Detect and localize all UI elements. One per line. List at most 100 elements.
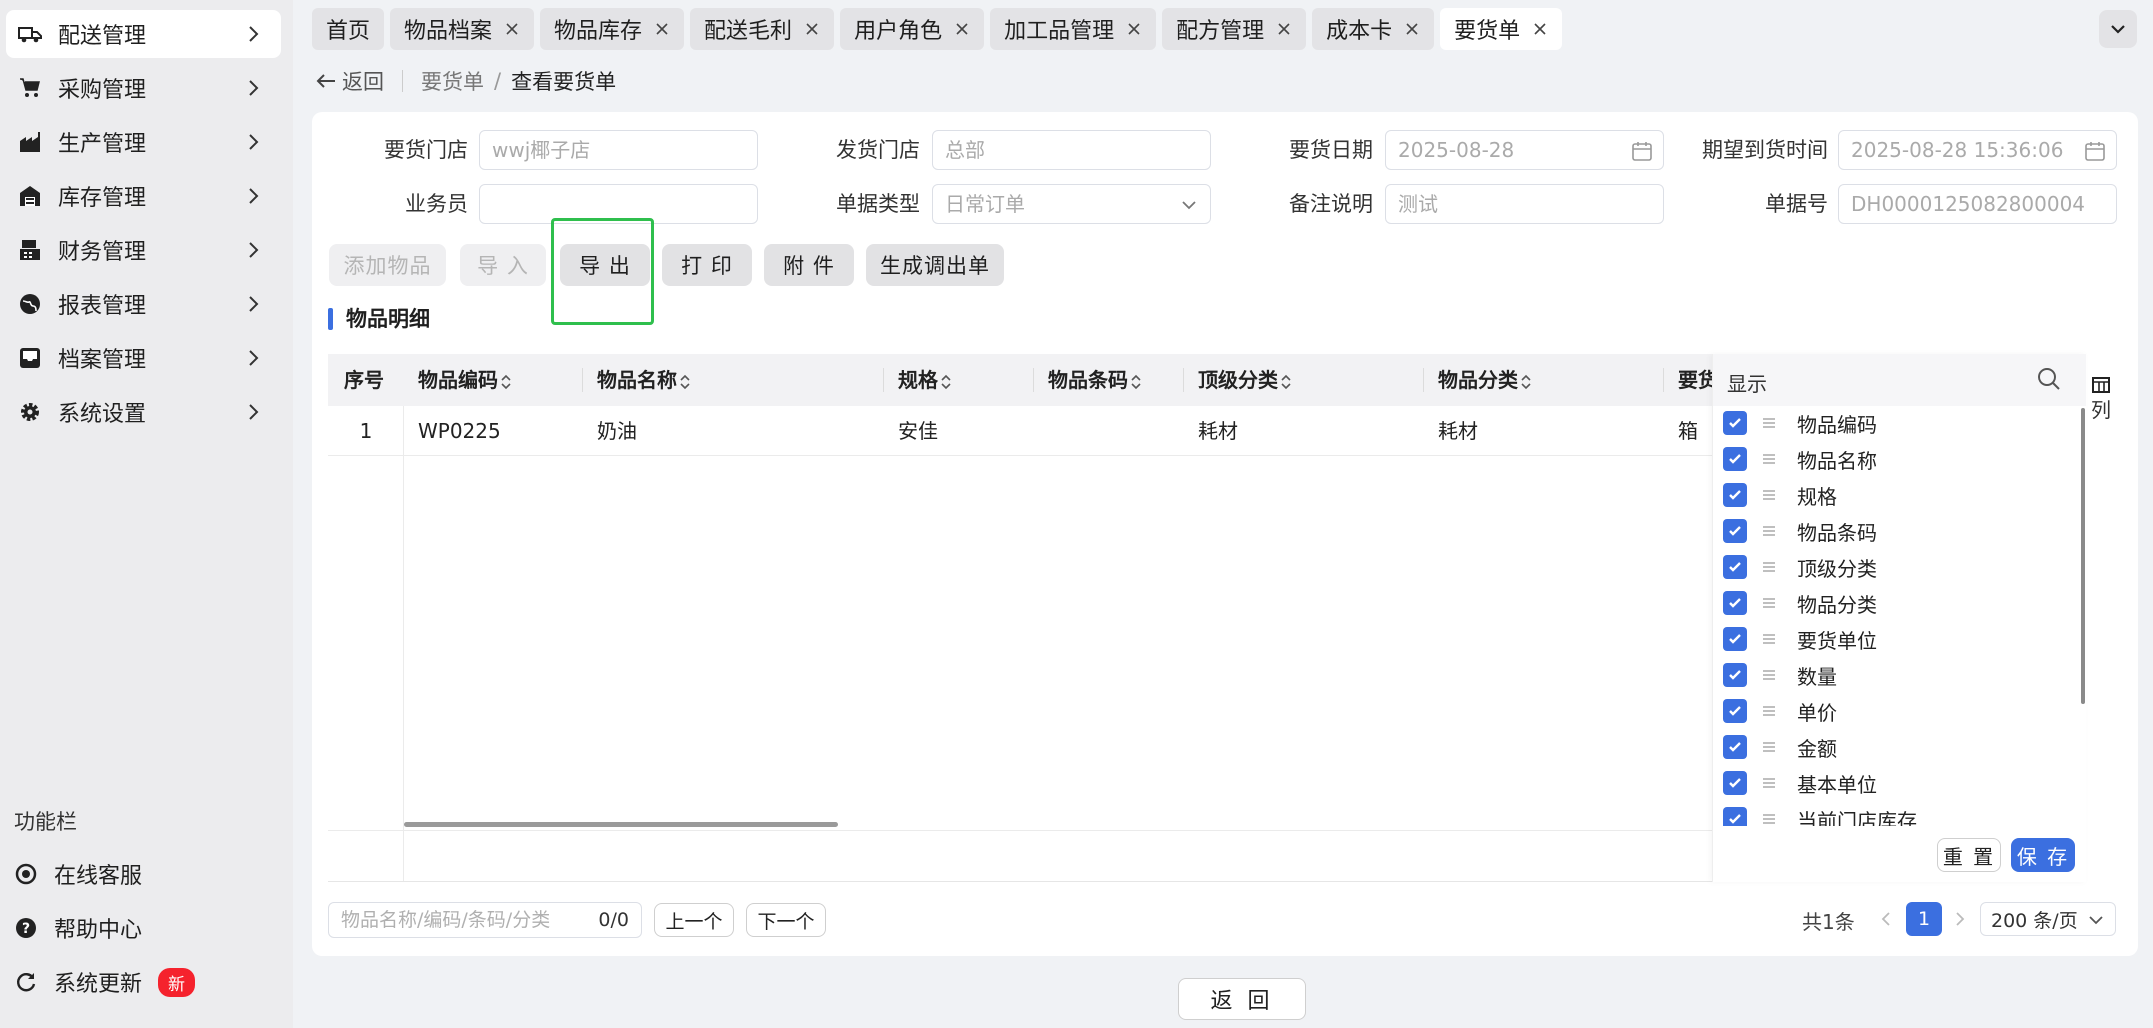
expect-time-field[interactable]: 2025-08-28 15:36:06 (1838, 130, 2117, 170)
drag-handle-icon[interactable] (1761, 559, 1777, 575)
close-icon[interactable] (804, 21, 820, 37)
doc-no-field[interactable]: DH0000125082800004 (1838, 184, 2117, 224)
tab-item-stock[interactable]: 物品库存 (540, 8, 685, 50)
help-center-link[interactable]: ? 帮助中心 (14, 908, 142, 948)
col-header-category[interactable]: 物品分类 (1424, 354, 1532, 406)
col-header-spec[interactable]: 规格 (884, 354, 952, 406)
checkbox-checked-icon[interactable] (1723, 735, 1747, 759)
import-button[interactable]: 导 入 (460, 244, 546, 286)
checkbox-checked-icon[interactable] (1723, 807, 1747, 826)
print-button[interactable]: 打 印 (662, 244, 752, 286)
next-match-button[interactable]: 下一个 (746, 903, 826, 937)
tab-cost-card[interactable]: 成本卡 (1312, 8, 1435, 50)
close-icon[interactable] (1126, 21, 1142, 37)
tabs-dropdown-button[interactable] (2099, 10, 2137, 48)
column-option[interactable]: 物品条码 (1723, 514, 1877, 548)
tab-recipe[interactable]: 配方管理 (1162, 8, 1307, 50)
menu-item-reports[interactable]: 报表管理 (6, 280, 281, 328)
drag-handle-icon[interactable] (1761, 631, 1777, 647)
col-header-top-category[interactable]: 顶级分类 (1184, 354, 1292, 406)
doc-type-select[interactable]: 日常订单 (932, 184, 1211, 224)
menu-item-production[interactable]: 生产管理 (6, 118, 281, 166)
menu-item-finance[interactable]: 财务管理 (6, 226, 281, 274)
page-size-select[interactable]: 200 条/页 (1980, 902, 2116, 936)
add-item-button[interactable]: 添加物品 (329, 244, 446, 286)
date-field[interactable]: 2025-08-28 (1385, 130, 1664, 170)
drag-handle-icon[interactable] (1761, 811, 1777, 826)
menu-item-archive[interactable]: 档案管理 (6, 334, 281, 382)
column-option[interactable]: 物品编码 (1723, 406, 1877, 440)
menu-item-purchase[interactable]: 采购管理 (6, 64, 281, 112)
checkbox-checked-icon[interactable] (1723, 699, 1747, 723)
checkbox-checked-icon[interactable] (1723, 663, 1747, 687)
column-option[interactable]: 数量 (1723, 658, 1837, 692)
close-icon[interactable] (654, 21, 670, 37)
col-header-name[interactable]: 物品名称 (583, 354, 691, 406)
column-option[interactable]: 物品名称 (1723, 442, 1877, 476)
drag-handle-icon[interactable] (1761, 595, 1777, 611)
close-icon[interactable] (954, 21, 970, 37)
column-option[interactable]: 当前门店库存 (1723, 802, 1917, 826)
prev-match-button[interactable]: 上一个 (654, 903, 734, 937)
checkbox-checked-icon[interactable] (1723, 771, 1747, 795)
column-option[interactable]: 规格 (1723, 478, 1837, 512)
vertical-scrollbar[interactable] (2081, 408, 2085, 704)
attachment-button[interactable]: 附 件 (764, 244, 854, 286)
checkbox-checked-icon[interactable] (1723, 591, 1747, 615)
reset-columns-button[interactable]: 重 置 (1937, 838, 2001, 872)
checkbox-checked-icon[interactable] (1723, 411, 1747, 435)
menu-item-inventory[interactable]: 库存管理 (6, 172, 281, 220)
column-option[interactable]: 物品分类 (1723, 586, 1877, 620)
ship-store-field[interactable]: 总部 (932, 130, 1211, 170)
close-icon[interactable] (1532, 21, 1548, 37)
item-search-input[interactable]: 物品名称/编码/条码/分类 0/0 (328, 902, 642, 938)
system-update-link[interactable]: 系统更新 新 (14, 962, 196, 1002)
tab-home[interactable]: 首页 (312, 8, 385, 50)
save-columns-button[interactable]: 保 存 (2011, 838, 2075, 872)
export-button[interactable]: 导 出 (560, 244, 650, 286)
pagination-prev[interactable] (1874, 906, 1898, 932)
generate-transfer-button[interactable]: 生成调出单 (866, 244, 1004, 286)
checkbox-checked-icon[interactable] (1723, 519, 1747, 543)
checkbox-checked-icon[interactable] (1723, 627, 1747, 651)
column-option[interactable]: 顶级分类 (1723, 550, 1877, 584)
column-option[interactable]: 金额 (1723, 730, 1837, 764)
remark-field[interactable]: 测试 (1385, 184, 1664, 224)
tab-item-archive[interactable]: 物品档案 (390, 8, 535, 50)
drag-handle-icon[interactable] (1761, 703, 1777, 719)
menu-item-distribution[interactable]: 配送管理 (6, 10, 281, 58)
breadcrumb-parent[interactable]: 要货单 (421, 66, 484, 96)
col-header-barcode[interactable]: 物品条码 (1034, 354, 1142, 406)
drag-handle-icon[interactable] (1761, 487, 1777, 503)
column-option[interactable]: 单价 (1723, 694, 1837, 728)
column-option[interactable]: 要货单位 (1723, 622, 1877, 656)
back-link[interactable]: 返回 (316, 66, 384, 96)
drag-handle-icon[interactable] (1761, 667, 1777, 683)
online-service-link[interactable]: 在线客服 (14, 854, 142, 894)
checkbox-checked-icon[interactable] (1723, 447, 1747, 471)
drag-handle-icon[interactable] (1761, 739, 1777, 755)
close-icon[interactable] (1404, 21, 1420, 37)
table-row[interactable]: 1 WP0225 奶油 安佳 耗材 耗材 箱 (328, 406, 1713, 456)
tab-requisition[interactable]: 要货单 (1440, 8, 1563, 50)
drag-handle-icon[interactable] (1761, 775, 1777, 791)
menu-item-settings[interactable]: 系统设置 (6, 388, 281, 436)
drag-handle-icon[interactable] (1761, 523, 1777, 539)
pagination-page[interactable]: 1 (1906, 902, 1942, 936)
col-header-unit[interactable]: 要货 (1664, 354, 1713, 406)
staff-field[interactable] (479, 184, 758, 224)
close-icon[interactable] (504, 21, 520, 37)
pagination-next[interactable] (1948, 906, 1972, 932)
checkbox-checked-icon[interactable] (1723, 483, 1747, 507)
tab-delivery-margin[interactable]: 配送毛利 (690, 8, 835, 50)
store-field[interactable]: wwj椰子店 (479, 130, 758, 170)
column-toggle-button[interactable]: 列 (2086, 354, 2116, 434)
search-icon[interactable] (2036, 366, 2062, 392)
drag-handle-icon[interactable] (1761, 451, 1777, 467)
checkbox-checked-icon[interactable] (1723, 555, 1747, 579)
col-header-code[interactable]: 物品编码 (404, 354, 512, 406)
drag-handle-icon[interactable] (1761, 415, 1777, 431)
tab-processed-goods[interactable]: 加工品管理 (990, 8, 1157, 50)
horizontal-scrollbar[interactable] (404, 822, 838, 827)
close-icon[interactable] (1276, 21, 1292, 37)
